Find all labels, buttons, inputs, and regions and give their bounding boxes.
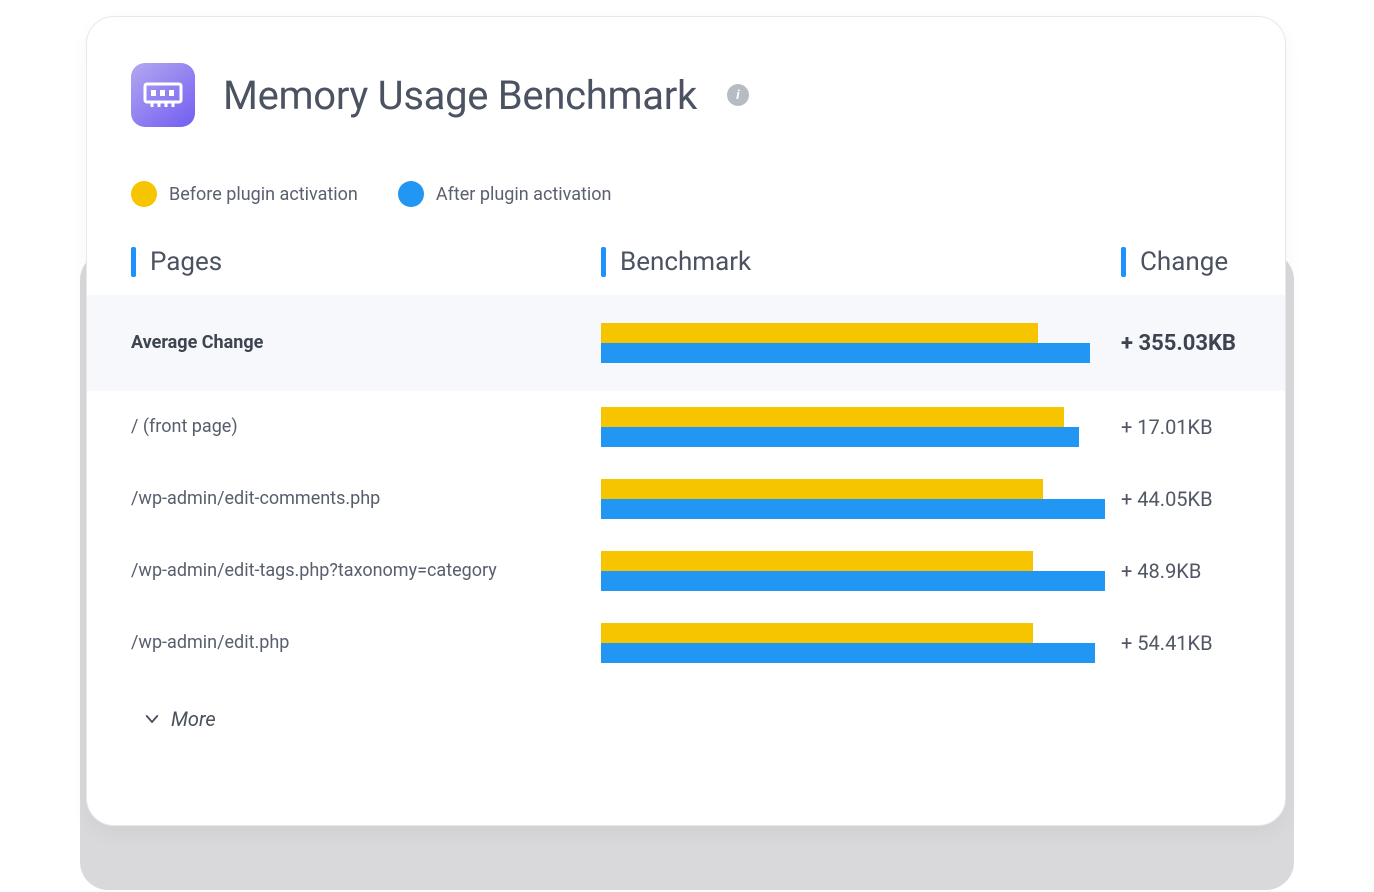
col-pages-label: Pages	[150, 247, 222, 277]
header-tick-icon	[601, 247, 606, 277]
bar-after	[601, 343, 1090, 363]
legend: Before plugin activation After plugin ac…	[87, 127, 1285, 207]
bar-before	[601, 623, 1033, 643]
legend-after-label: After plugin activation	[436, 184, 612, 205]
benchmark-bars	[601, 551, 1121, 591]
bar-after	[601, 643, 1095, 663]
memory-icon	[131, 63, 195, 127]
table-row: /wp-admin/edit-comments.php + 44.05KB	[87, 463, 1285, 535]
legend-dot-after	[398, 181, 424, 207]
page-label: Average Change	[131, 330, 601, 355]
bar-after	[601, 499, 1105, 519]
legend-dot-before	[131, 181, 157, 207]
change-value: + 48.9KB	[1121, 559, 1241, 583]
bar-before	[601, 323, 1038, 343]
more-label: More	[171, 707, 216, 731]
card-header: Memory Usage Benchmark i	[87, 63, 1285, 127]
bar-before	[601, 407, 1064, 427]
change-value: + 54.41KB	[1121, 631, 1241, 655]
table-row: /wp-admin/edit-tags.php?taxonomy=categor…	[87, 535, 1285, 607]
bar-before	[601, 479, 1043, 499]
legend-after: After plugin activation	[398, 181, 612, 207]
legend-before-label: Before plugin activation	[169, 184, 358, 205]
column-headers: Pages Benchmark Change	[87, 207, 1285, 295]
bar-after	[601, 571, 1105, 591]
benchmark-bars	[601, 407, 1121, 447]
col-header-change: Change	[1121, 247, 1241, 277]
col-header-pages: Pages	[131, 247, 601, 277]
table-row: Average Change + 355.03KB	[87, 295, 1285, 391]
info-icon[interactable]: i	[727, 84, 749, 106]
card-title: Memory Usage Benchmark	[223, 72, 697, 119]
col-benchmark-label: Benchmark	[620, 247, 751, 277]
change-value: + 355.03KB	[1121, 331, 1241, 356]
benchmark-bars	[601, 623, 1121, 663]
rows-container: Average Change + 355.03KB / (front page) + …	[87, 295, 1285, 679]
col-header-benchmark: Benchmark	[601, 247, 1121, 277]
benchmark-bars	[601, 323, 1121, 363]
change-value: + 44.05KB	[1121, 487, 1241, 511]
page-label: /wp-admin/edit-tags.php?taxonomy=categor…	[131, 558, 601, 583]
header-tick-icon	[1121, 247, 1126, 277]
legend-before: Before plugin activation	[131, 181, 358, 207]
benchmark-card: Memory Usage Benchmark i Before plugin a…	[86, 16, 1286, 826]
more-button[interactable]: More	[87, 679, 1285, 759]
table-row: / (front page) + 17.01KB	[87, 391, 1285, 463]
chevron-down-icon	[143, 710, 161, 728]
benchmark-bars	[601, 479, 1121, 519]
page-label: / (front page)	[131, 414, 601, 439]
col-change-label: Change	[1140, 247, 1228, 277]
header-tick-icon	[131, 247, 136, 277]
change-value: + 17.01KB	[1121, 415, 1241, 439]
page-label: /wp-admin/edit.php	[131, 630, 601, 655]
page-label: /wp-admin/edit-comments.php	[131, 486, 601, 511]
bar-after	[601, 427, 1079, 447]
bar-before	[601, 551, 1033, 571]
table-row: /wp-admin/edit.php + 54.41KB	[87, 607, 1285, 679]
